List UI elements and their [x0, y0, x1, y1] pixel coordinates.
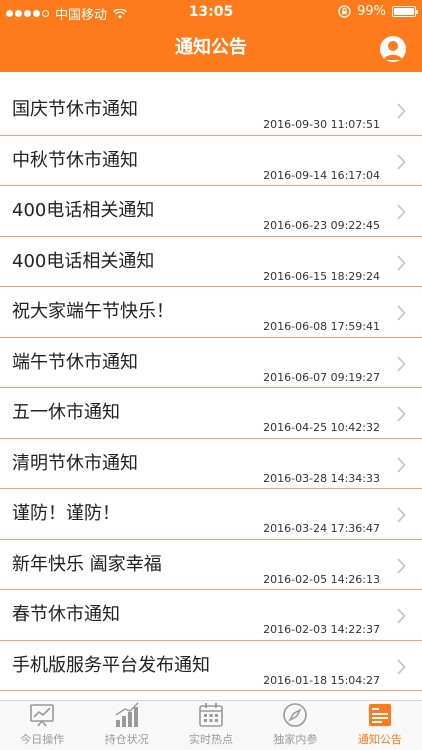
status-bar: 中国移动 13:05 99% [0, 0, 422, 24]
tab-label: 独家内参 [273, 733, 318, 746]
battery-icon [392, 6, 418, 17]
notice-title: 春节休市通知 [12, 604, 120, 625]
notice-list-item[interactable]: 端午节休市通知 2016-06-07 09:19:27 [0, 338, 422, 388]
notice-title: 手机版服务平台发布通知 [12, 654, 210, 676]
notice-date: 2016-06-23 09:22:45 [263, 219, 380, 232]
chevron-right-icon [397, 355, 406, 372]
notice-title: 400电话相关通知 [12, 200, 155, 221]
chevron-right-icon [397, 406, 406, 422]
notice-title: 新年快乐 阖家幸福 [12, 553, 162, 575]
notice-list: 国庆节休市通知 2016-09-30 11:07:51 中秋节休市通知 2016-09… [0, 85, 422, 691]
bar-chart-icon [115, 702, 139, 727]
notice-list-item[interactable]: 400电话相关通知 2016-06-15 18:29:24 [0, 237, 422, 287]
notice-list-item[interactable]: 新年快乐 阖家幸福 2016-02-05 14:26:13 [0, 540, 422, 590]
tab-bar-chart[interactable]: 持仓状况 [84, 701, 168, 750]
notice-board-icon [368, 704, 391, 726]
battery-percent: 99% [357, 4, 386, 19]
header-bar: 中国移动 13:05 99% 通知公告 [0, 0, 422, 72]
tab-notice-board[interactable]: 通知公告 [338, 701, 422, 750]
chevron-right-icon [397, 305, 406, 321]
notice-date: 2016-01-18 15:04:27 [263, 673, 380, 687]
notice-date: 2016-09-14 16:17:04 [263, 168, 380, 182]
notice-list-item[interactable]: 五一休市通知 2016-04-25 10:42:32 [0, 388, 422, 439]
chevron-right-icon [397, 608, 406, 624]
chevron-right-icon [397, 507, 406, 523]
chevron-right-icon [397, 658, 406, 675]
notice-list-item[interactable]: 祝大家端午节快乐！ 2016-06-08 17:59:41 [0, 287, 422, 338]
tab-calendar[interactable]: 实时热点 [169, 701, 253, 750]
chevron-right-icon [397, 254, 406, 271]
tab-label: 今日操作 [20, 733, 65, 746]
notice-date: 2016-06-15 18:29:24 [263, 269, 380, 283]
chevron-right-icon [397, 103, 406, 119]
chevron-right-icon [397, 456, 406, 473]
notice-date: 2016-06-08 17:59:41 [263, 320, 380, 333]
tab-bar: 今日操作 持仓状况 实时热点 独家内参 通知公告 [0, 700, 422, 750]
chart-monitor-icon [30, 704, 55, 727]
notice-date: 2016-03-28 14:34:33 [263, 471, 380, 485]
notice-date: 2016-02-03 14:22:37 [263, 623, 380, 636]
notice-list-item[interactable]: 国庆节休市通知 2016-09-30 11:07:51 [0, 85, 422, 136]
rotation-lock-icon [338, 5, 351, 18]
notice-list-item[interactable]: 中秋节休市通知 2016-09-14 16:17:04 [0, 136, 422, 186]
notice-list-item[interactable]: 春节休市通知 2016-02-03 14:22:37 [0, 590, 422, 641]
notice-title: 五一休市通知 [12, 402, 120, 423]
notice-list-item[interactable]: 谨防！谨防！ 2016-03-24 17:36:47 [0, 489, 422, 540]
user-icon [384, 41, 402, 60]
notice-date: 2016-04-25 10:42:32 [263, 421, 380, 434]
notice-title: 中秋节休市通知 [12, 149, 138, 171]
notice-list-item[interactable]: 400电话相关通知 2016-06-23 09:22:45 [0, 186, 422, 237]
tab-label: 持仓状况 [104, 733, 149, 746]
notice-date: 2016-09-30 11:07:51 [263, 118, 380, 131]
notice-title: 400电话相关通知 [12, 250, 155, 272]
notice-title: 端午节休市通知 [12, 351, 138, 373]
compass-icon [283, 703, 308, 727]
notice-date: 2016-02-05 14:26:13 [263, 572, 380, 586]
notice-list-item[interactable]: 手机版服务平台发布通知 2016-01-18 15:04:27 [0, 641, 422, 691]
notice-list-item[interactable]: 清明节休市通知 2016-03-28 14:34:33 [0, 439, 422, 489]
chevron-right-icon [397, 204, 406, 220]
notice-date: 2016-03-24 17:36:47 [263, 522, 380, 535]
notice-title: 国庆节休市通知 [12, 99, 138, 120]
notice-date: 2016-06-07 09:19:27 [263, 370, 380, 384]
tab-label: 通知公告 [357, 733, 402, 746]
chevron-right-icon [397, 557, 406, 574]
page-title: 通知公告 [175, 37, 247, 58]
notice-title: 清明节休市通知 [12, 452, 138, 474]
chevron-right-icon [397, 153, 406, 170]
tab-compass[interactable]: 独家内参 [253, 701, 337, 750]
notice-title: 谨防！谨防！ [12, 503, 120, 524]
calendar-icon [199, 703, 223, 727]
tab-label: 实时热点 [189, 733, 234, 746]
notice-title: 祝大家端午节快乐！ [12, 301, 174, 322]
profile-button[interactable] [380, 36, 406, 62]
tab-chart-monitor[interactable]: 今日操作 [0, 701, 84, 750]
